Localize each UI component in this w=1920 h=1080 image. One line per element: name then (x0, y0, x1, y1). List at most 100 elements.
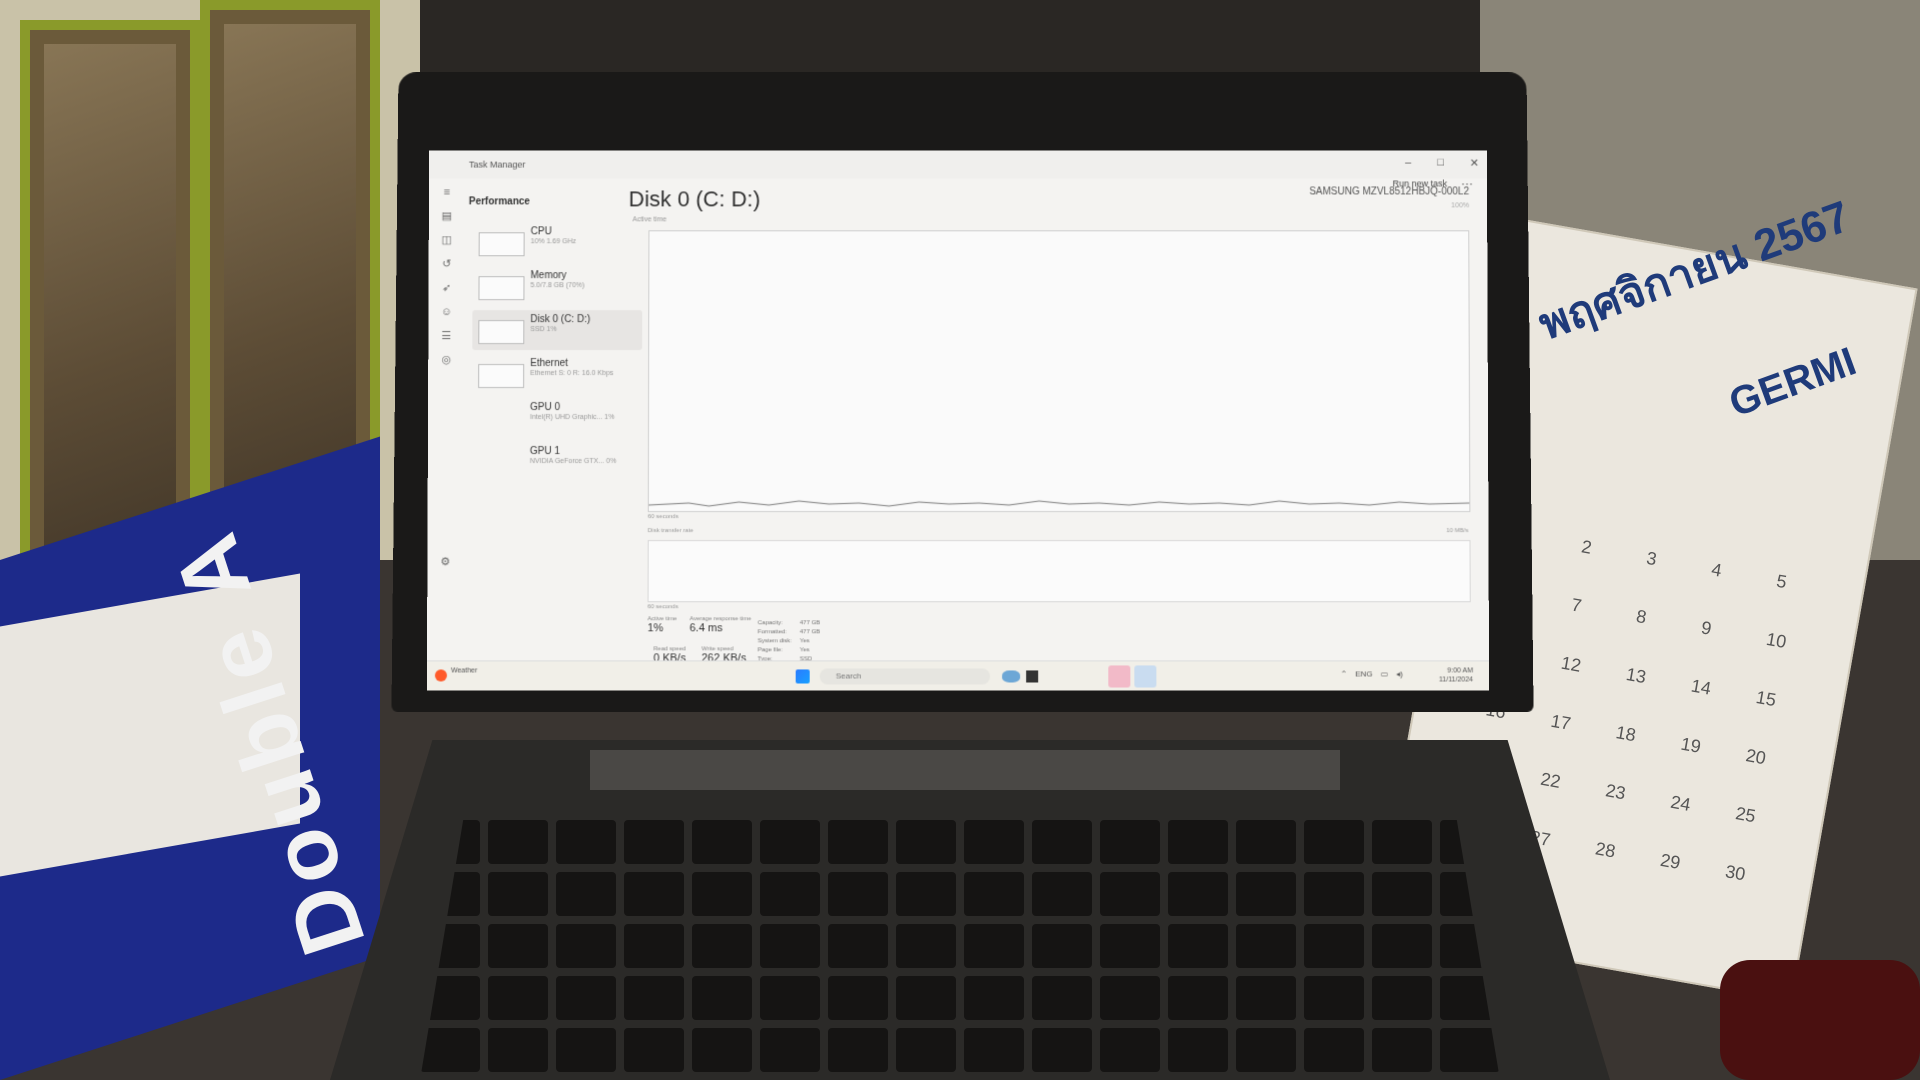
disk-model: SAMSUNG MZVL8512HBJQ-000L2 (1309, 186, 1470, 198)
keyboard-key (896, 1028, 956, 1072)
prop-capacity: Capacity: 477 GB (757, 620, 821, 627)
sidebar-item-label: Disk 0 (C: D:) (530, 314, 591, 326)
keyboard-key (624, 924, 684, 968)
services-icon[interactable]: ◎ (440, 354, 452, 366)
calendar-day: 4 (1709, 559, 1724, 581)
sidebar-item-ethernet[interactable]: Ethernet Ethernet S: 0 R: 16.0 Kbps (472, 354, 642, 394)
volume-icon[interactable]: ◂) (1396, 669, 1403, 678)
keyboard-key (556, 872, 616, 916)
keyboard-key (556, 1028, 616, 1072)
calendar-day: 12 (1559, 652, 1583, 676)
keyboard-key (760, 872, 820, 916)
users-icon[interactable]: ☺ (440, 306, 452, 318)
taskbar-app-file-icon[interactable] (1026, 670, 1039, 683)
clock[interactable]: 9:00 AM 11/11/2024 (1439, 666, 1473, 684)
minimize-button[interactable]: – (1405, 157, 1411, 170)
hamburger-icon[interactable]: ≡ (441, 186, 453, 198)
transfer-rate-label: Disk transfer rate (647, 528, 694, 535)
sidebar-item-cpu[interactable]: CPU 10% 1.69 GHz (473, 222, 643, 262)
sidebar-item-sub: SSD 1% (530, 326, 557, 334)
maximize-button[interactable]: □ (1437, 157, 1444, 170)
prop-formatted: Formatted: 477 GB (757, 629, 821, 636)
red-object (1720, 960, 1920, 1080)
calendar-day: 19 (1679, 733, 1703, 757)
transfer-rate-max: 10 MB/s (1446, 528, 1469, 535)
calendar-day: 17 (1549, 710, 1573, 734)
calendar-brand: GERMI (1723, 339, 1862, 426)
keyboard-key (1032, 976, 1092, 1020)
sidebar-item-label: GPU 1 (529, 446, 560, 458)
keyboard-key (1100, 924, 1160, 968)
keyboard-key (896, 820, 956, 864)
sidebar-item-gpu0[interactable]: GPU 0 Intel(R) UHD Graphic... 1% (472, 398, 642, 438)
sidebar-item-label: Ethernet (530, 358, 569, 370)
close-button[interactable]: ✕ (1470, 157, 1479, 170)
network-icon[interactable]: ▭ (1381, 669, 1389, 678)
keyboard-key (760, 1028, 820, 1072)
keyboard-key (828, 872, 888, 916)
weather-widget[interactable]: Weather (451, 667, 477, 674)
keyboard-key (760, 976, 820, 1020)
sidebar-item-label: Memory (530, 270, 567, 282)
keyboard-key (828, 820, 888, 864)
prop-page-file: Page file: Yes (757, 647, 810, 654)
sidebar-item-memory[interactable]: Memory 5.0/7.8 GB (70%) (472, 266, 642, 306)
ethernet-thumbnail (478, 364, 525, 389)
performance-icon[interactable]: ◫ (441, 234, 453, 246)
sidebar-item-disk[interactable]: Disk 0 (C: D:) SSD 1% (472, 310, 643, 351)
calendar-day: 28 (1593, 838, 1617, 862)
active-time-graph (647, 230, 1471, 513)
laptop-hinge (590, 750, 1340, 790)
calendar-day: 29 (1658, 849, 1682, 873)
page-title: Performance (468, 196, 530, 208)
keyboard-key (1236, 924, 1296, 968)
taskbar-app-cloud-icon[interactable] (1002, 670, 1021, 683)
keyboard-key (1304, 1028, 1364, 1072)
keyboard-key (1372, 1028, 1432, 1072)
graph-time-label: 60 seconds (647, 514, 679, 521)
nav-rail: ≡ ▤ ◫ ↺ ➶ ☺ ☰ ◎ ⚙ (427, 179, 465, 659)
startup-icon[interactable]: ➶ (441, 282, 453, 294)
weather-icon[interactable] (434, 669, 447, 682)
keyboard-key (488, 1028, 548, 1072)
keyboard-key (1372, 924, 1432, 968)
keyboard-key (1100, 872, 1160, 916)
calendar-day: 20 (1744, 745, 1768, 769)
taskbar: Weather Search ⌃ ENG ▭ ◂) 9:00 AM 11/11/… (426, 660, 1490, 691)
keyboard-key (1372, 976, 1432, 1020)
keyboard-key (1032, 872, 1092, 916)
keyboard-key (1372, 872, 1432, 916)
language-indicator[interactable]: ENG (1355, 669, 1372, 678)
details-icon[interactable]: ☰ (440, 330, 452, 342)
processes-icon[interactable]: ▤ (441, 210, 453, 222)
keyboard-key (556, 820, 616, 864)
window-title: Task Manager (468, 159, 526, 170)
calendar-day: 7 (1569, 594, 1584, 616)
taskbar-app-taskmanager-icon[interactable] (1134, 665, 1157, 688)
keyboard-key (556, 924, 616, 968)
taskbar-app-pink-icon[interactable] (1108, 665, 1131, 688)
keyboard-key (488, 872, 548, 916)
sidebar-item-gpu1[interactable]: GPU 1 NVIDIA GeForce GTX... 0% (472, 442, 642, 482)
calendar-day: 30 (1723, 861, 1747, 885)
keyboard-key (1236, 872, 1296, 916)
keyboard-key (1372, 820, 1432, 864)
keyboard-key (1168, 872, 1228, 916)
performance-sidebar: CPU 10% 1.69 GHz Memory 5.0/7.8 GB (70%)… (472, 222, 643, 486)
settings-icon[interactable]: ⚙ (439, 556, 451, 568)
start-icon[interactable] (795, 669, 810, 684)
keyboard-key (964, 1028, 1024, 1072)
keyboard-key (692, 976, 752, 1020)
app-history-icon[interactable]: ↺ (441, 258, 453, 270)
chevron-up-icon[interactable]: ⌃ (1340, 669, 1347, 678)
taskbar-search[interactable]: Search (819, 668, 991, 685)
keyboard-key (556, 976, 616, 1020)
calendar-day: 22 (1539, 768, 1563, 792)
keyboard-key (1236, 1028, 1296, 1072)
keyboard-key (828, 924, 888, 968)
keyboard-key (624, 1028, 684, 1072)
calendar-day: 9 (1699, 617, 1714, 639)
cpu-thumbnail (478, 232, 525, 257)
sidebar-item-sub: 5.0/7.8 GB (70%) (530, 282, 585, 290)
active-time-trace (648, 500, 1469, 507)
